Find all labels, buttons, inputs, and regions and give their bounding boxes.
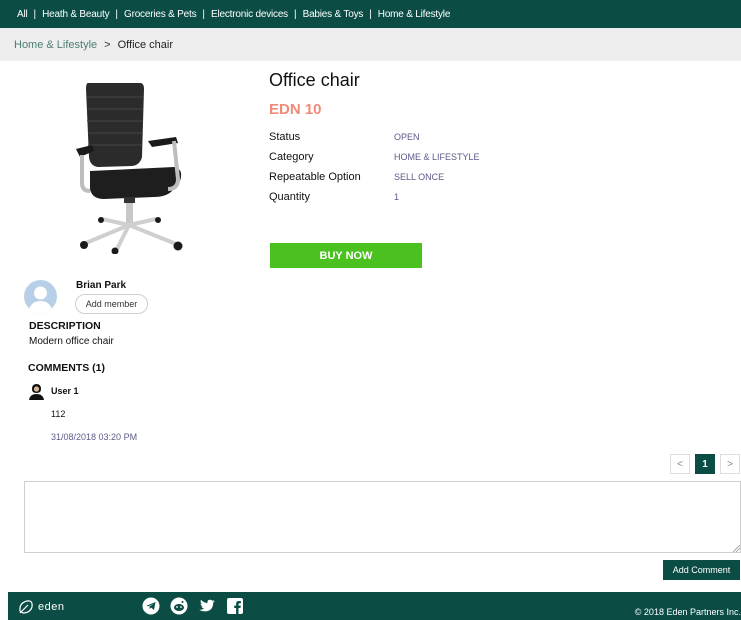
footer: eden © 2018 Eden Partners Inc. (8, 592, 741, 620)
telegram-icon[interactable] (142, 597, 160, 615)
eden-logo[interactable]: eden (18, 599, 64, 615)
field-label-quantity: Quantity (269, 191, 310, 203)
field-value-category: HOME & LIFESTYLE (394, 152, 480, 162)
field-label-repeatable-option: Repeatable Option (269, 171, 361, 183)
nav-separator: | (33, 8, 37, 20)
description-text: Modern office chair (29, 336, 114, 347)
breadcrumb-parent-link[interactable]: Home & Lifestyle (14, 39, 97, 51)
nav-item-home-lifestyle[interactable]: Home & Lifestyle (378, 9, 451, 20)
nav-separator: | (115, 8, 118, 20)
field-label-status: Status (269, 131, 301, 143)
pagination-next-button[interactable]: > (720, 454, 740, 474)
add-member-button[interactable]: Add member (75, 294, 148, 314)
add-comment-button[interactable]: Add Comment (663, 560, 740, 580)
user-silhouette-icon (28, 286, 53, 313)
nav-item-health-beauty[interactable]: Heath & Beauty (42, 9, 109, 20)
owner-name: Brian Park (76, 280, 127, 291)
field-value-repeatable-option: SELL ONCE (394, 172, 445, 182)
top-category-nav: All | Heath & Beauty | Groceries & Pets … (0, 0, 741, 28)
comments-heading: COMMENTS (1) (28, 362, 105, 374)
reddit-icon[interactable] (170, 597, 188, 615)
eden-logo-text: eden (38, 601, 65, 613)
facebook-icon[interactable] (226, 597, 244, 615)
breadcrumb-separator: > (104, 38, 111, 51)
nav-item-groceries-pets[interactable]: Groceries & Pets (124, 9, 197, 20)
nav-item-all[interactable]: All (17, 9, 28, 20)
twitter-icon[interactable] (198, 597, 216, 615)
nav-item-electronic-devices[interactable]: Electronic devices (211, 9, 288, 20)
description-heading: DESCRIPTION (29, 320, 101, 332)
nav-item-babies-toys[interactable]: Babies & Toys (303, 9, 364, 20)
nav-separator: | (293, 8, 297, 20)
eden-logo-icon (19, 600, 33, 614)
office-chair-photo (76, 83, 183, 254)
pagination-prev-button[interactable]: < (670, 454, 690, 474)
field-value-status: OPEN (394, 132, 420, 142)
resize-grip-icon[interactable] (733, 545, 740, 552)
field-value-quantity: 1 (394, 192, 400, 202)
comment-timestamp: 31/08/2018 03:20 PM (51, 432, 138, 442)
nav-separator: | (369, 8, 372, 20)
comment-input[interactable] (24, 481, 741, 553)
buy-now-button[interactable]: BUY NOW (270, 243, 422, 268)
field-label-category: Category (269, 151, 314, 163)
user-avatar-placeholder (24, 280, 57, 313)
nav-separator: | (202, 8, 205, 20)
breadcrumb-current: Office chair (117, 38, 174, 51)
product-title: Office chair (269, 70, 360, 90)
comment-author: User 1 (51, 386, 79, 396)
product-price: EDN 10 (269, 101, 322, 118)
comment-body: 112 (51, 409, 66, 419)
pagination-page-1[interactable]: 1 (695, 454, 715, 474)
breadcrumb: Home & Lifestyle > Office chair (0, 28, 741, 61)
footer-copyright: © 2018 Eden Partners Inc. (634, 607, 741, 617)
comment-user-avatar (28, 383, 45, 400)
